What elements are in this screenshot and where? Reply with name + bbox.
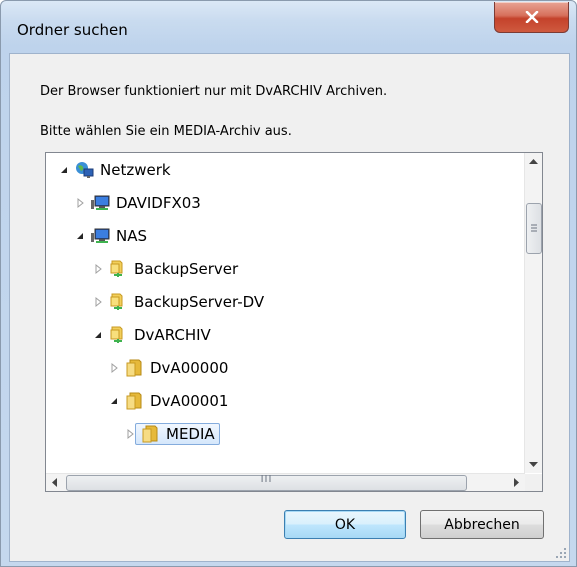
- ok-button[interactable]: OK: [284, 510, 406, 539]
- info-text: Der Browser funktioniert nur mit DvARCHI…: [40, 84, 388, 99]
- arrow-left-icon: [51, 478, 57, 487]
- window-title: Ordner suchen: [17, 21, 128, 39]
- shared-folder-icon: [110, 326, 123, 343]
- tree-item-davidfx03[interactable]: DAVIDFX03: [74, 190, 201, 216]
- selected-item[interactable]: MEDIA: [135, 423, 220, 445]
- collapsed-arrow-icon[interactable]: [74, 197, 86, 209]
- shared-folder-icon: [110, 260, 123, 277]
- tree-item-media[interactable]: MEDIA: [124, 421, 220, 447]
- cancel-button[interactable]: Abbrechen: [420, 510, 544, 539]
- shared-folder-icon: [110, 293, 123, 310]
- tree-item-dva00000[interactable]: DvA00000: [108, 355, 228, 381]
- expanded-arrow-icon[interactable]: [58, 164, 70, 176]
- folder-icon: [142, 425, 158, 443]
- grip-lines-icon: [531, 224, 537, 232]
- arrow-right-icon: [513, 478, 519, 487]
- tree-item-label: DvA00000: [150, 359, 229, 377]
- expanded-arrow-icon[interactable]: [92, 329, 104, 341]
- expanded-arrow-icon[interactable]: [108, 395, 120, 407]
- instruction-text: Bitte wählen Sie ein MEDIA-Archiv aus.: [40, 124, 292, 139]
- tree-item-label: DvA00001: [150, 392, 229, 410]
- grip-lines-icon: III: [260, 474, 273, 485]
- tree-item-label: BackupServer: [134, 260, 239, 278]
- arrow-up-icon: [529, 158, 538, 164]
- scrollbar-corner: [525, 474, 542, 491]
- vertical-scrollbar[interactable]: [524, 153, 542, 473]
- tree-item-dvarchiv[interactable]: DvARCHIV: [92, 322, 211, 348]
- vertical-scroll-thumb[interactable]: [526, 203, 542, 254]
- tree-item-label: DvARCHIV: [134, 326, 211, 344]
- folder-icon: [126, 359, 142, 377]
- resize-grip-icon[interactable]: [555, 547, 567, 559]
- collapsed-arrow-icon[interactable]: [108, 362, 120, 374]
- tree-item-label: BackupServer-DV: [134, 293, 265, 311]
- tree-item-nas[interactable]: NAS: [74, 223, 147, 249]
- expanded-arrow-icon[interactable]: [74, 230, 86, 242]
- horizontal-scrollbar[interactable]: III: [46, 473, 525, 491]
- tree-item-label: Netzwerk: [100, 161, 171, 179]
- network-icon: [76, 162, 94, 178]
- computer-icon: [91, 195, 110, 210]
- close-icon: [525, 11, 538, 23]
- tree-item-label: DAVIDFX03: [116, 194, 201, 212]
- computer-icon: [91, 228, 110, 243]
- tree-item-label: NAS: [116, 227, 148, 245]
- tree-item-backupserver-dv[interactable]: BackupServer-DV: [92, 289, 264, 315]
- folder-icon: [126, 392, 142, 410]
- collapsed-arrow-icon[interactable]: [92, 263, 104, 275]
- collapsed-arrow-icon[interactable]: [92, 296, 104, 308]
- scroll-left-button[interactable]: [46, 474, 63, 491]
- tree-item-netzwerk[interactable]: Netzwerk: [58, 157, 171, 183]
- close-button[interactable]: [494, 2, 569, 33]
- scroll-up-button[interactable]: [525, 153, 542, 170]
- tree-item-backupserver[interactable]: BackupServer: [92, 256, 238, 282]
- dialog-body: Der Browser funktioniert nur mit DvARCHI…: [9, 53, 570, 562]
- tree-item-label: MEDIA: [166, 425, 215, 443]
- folder-tree[interactable]: Netzwerk DAVIDFX03 NAS BackupServer Back…: [45, 152, 543, 492]
- scroll-down-button[interactable]: [525, 456, 542, 473]
- horizontal-scroll-thumb[interactable]: III: [66, 474, 467, 491]
- scroll-right-button[interactable]: [508, 474, 525, 491]
- tree-item-dva00001[interactable]: DvA00001: [108, 388, 228, 414]
- dialog-window: Ordner suchen Der Browser funktioniert n…: [0, 0, 577, 567]
- arrow-down-icon: [529, 461, 538, 467]
